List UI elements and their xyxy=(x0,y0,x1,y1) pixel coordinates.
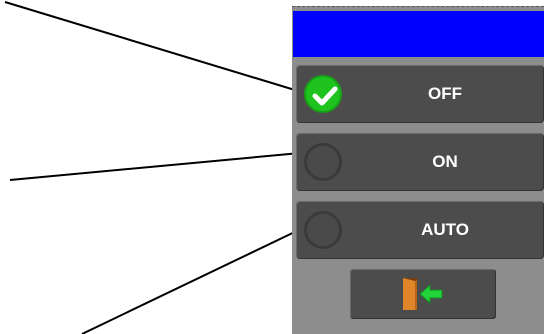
mode-auto-label: AUTO xyxy=(421,220,469,239)
mode-off-button[interactable]: OFF xyxy=(296,65,544,123)
exit-button[interactable] xyxy=(350,269,496,319)
empty-radio-icon xyxy=(304,143,342,181)
exit-door-icon xyxy=(403,278,443,310)
mode-off-label: OFF xyxy=(428,84,462,103)
mode-auto-button[interactable]: AUTO xyxy=(296,201,544,259)
panel-title-bar xyxy=(293,11,544,57)
mode-on-label: ON xyxy=(432,152,458,171)
checkmark-icon xyxy=(304,75,342,113)
arrow-to-auto xyxy=(81,227,304,334)
empty-radio-icon xyxy=(304,211,342,249)
arrow-to-off xyxy=(4,1,309,96)
arrow-to-on xyxy=(9,148,312,181)
mode-on-button[interactable]: ON xyxy=(296,133,544,191)
mode-control-panel: OFF ON AUTO xyxy=(292,6,544,334)
